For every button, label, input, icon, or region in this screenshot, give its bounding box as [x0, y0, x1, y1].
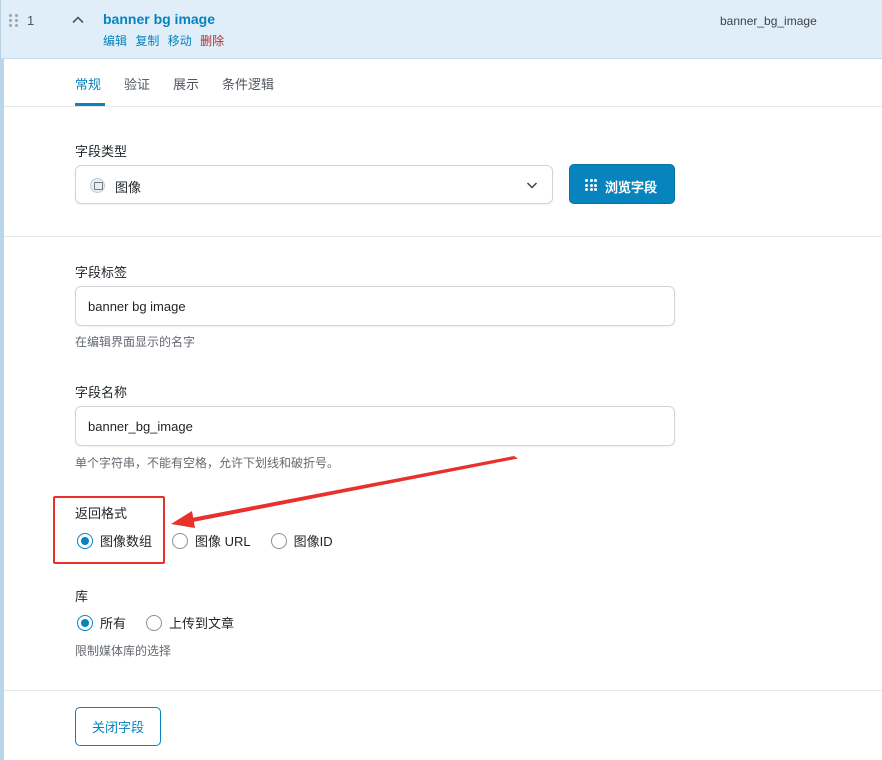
return-format-id-radio[interactable]: 图像ID: [270, 531, 333, 550]
chevron-up-icon[interactable]: [71, 13, 85, 27]
radio-unchecked-icon: [270, 532, 287, 549]
field-order: 1: [27, 13, 35, 28]
library-label: 库: [75, 589, 89, 604]
active-tab-indicator: [75, 103, 105, 106]
field-type-select[interactable]: 图像: [75, 165, 553, 204]
tab-presentation[interactable]: 展示: [173, 74, 199, 93]
tab-conditional-logic[interactable]: 条件逻辑: [222, 74, 274, 93]
settings-tabs: 常规 验证 展示 条件逻辑: [4, 59, 882, 107]
field-type-value: 图像: [115, 180, 142, 195]
library-all-radio[interactable]: 所有: [77, 613, 126, 632]
drag-handle-icon[interactable]: [9, 14, 19, 28]
tab-general[interactable]: 常规: [75, 74, 101, 93]
field-label-label: 字段标签: [75, 265, 128, 280]
field-key: banner_bg_image: [720, 14, 817, 28]
field-name-label: 字段名称: [75, 385, 128, 400]
duplicate-link[interactable]: 复制: [135, 34, 159, 48]
field-name-input[interactable]: [75, 406, 675, 446]
tab-validation[interactable]: 验证: [124, 74, 150, 93]
edit-link[interactable]: 编辑: [103, 34, 127, 48]
radio-unchecked-icon: [146, 614, 163, 631]
grid-icon: [585, 179, 597, 191]
section-divider: [4, 690, 882, 691]
section-divider: [4, 236, 882, 237]
field-header[interactable]: 1 banner bg image 编辑 复制 移动 删除 banner_bg_…: [0, 0, 882, 59]
field-left-border: [0, 59, 4, 760]
field-title[interactable]: banner bg image: [103, 11, 215, 27]
field-type-label: 字段类型: [75, 144, 128, 159]
delete-link[interactable]: 删除: [200, 34, 224, 48]
library-options: 所有 上传到文章: [77, 613, 248, 632]
radio-checked-icon: [77, 614, 93, 631]
library-uploaded-radio[interactable]: 上传到文章: [146, 613, 234, 632]
field-name-hint: 单个字符串，不能有空格，允许下划线和破折号。: [75, 456, 340, 470]
chevron-down-icon: [526, 182, 538, 189]
field-label-input[interactable]: [75, 286, 675, 326]
row-actions: 编辑 复制 移动 删除: [103, 32, 229, 49]
library-hint: 限制媒体库的选择: [75, 644, 172, 658]
field-label-hint: 在编辑界面显示的名字: [75, 335, 196, 349]
move-link[interactable]: 移动: [168, 34, 192, 48]
browse-fields-label: 浏览字段: [605, 180, 658, 195]
return-format-url-radio[interactable]: 图像 URL: [172, 531, 251, 550]
annotation-highlight-box: [53, 496, 165, 564]
image-icon: [90, 178, 105, 193]
close-field-button[interactable]: 关闭字段: [75, 707, 161, 746]
browse-fields-button[interactable]: 浏览字段: [569, 164, 675, 204]
radio-unchecked-icon: [172, 532, 189, 549]
